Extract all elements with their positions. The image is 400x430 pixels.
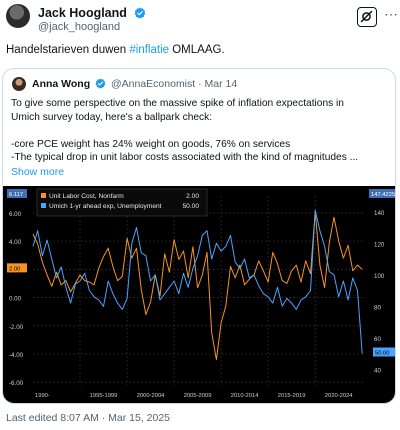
right-tick-label: 60 [374, 336, 381, 343]
quoted-header: Anna Wong @AnnaEconomist · Mar 14 [32, 78, 237, 90]
tweet-text-after: OMLAAG. [169, 44, 225, 56]
quoted-line: -core PCE weight has 24% weight on goods… [11, 138, 291, 150]
tweet-card: Jack Hoogland @jack_hoogland ⋯ Handelsta… [0, 0, 400, 430]
quoted-line [11, 124, 393, 138]
quoted-line: Umich survey today, here's a ballpark ch… [11, 111, 213, 123]
legend-value: 2.00 [186, 193, 199, 200]
right-tick-label: 140 [374, 210, 385, 217]
tweet-text: Handelstarieven duwen #inflatie OMLAAG. [6, 44, 225, 56]
quoted-line: -The typical drop in unit labor costs as… [11, 152, 359, 163]
left-tick-label: -6.00 [9, 380, 24, 387]
legend-swatch [41, 203, 46, 208]
x-tick-label: 2015-2019 [278, 393, 306, 399]
x-tick-label: 2010-2014 [231, 393, 259, 399]
series-line [32, 211, 363, 361]
left-top-badge: 6.117 [9, 192, 23, 198]
quoted-text: To give some perspective on the massive … [11, 97, 393, 165]
right-tick-label: 120 [374, 241, 385, 248]
edited-timestamp[interactable]: Last edited 8:07 AM · Mar 15, 2025 [6, 412, 170, 424]
x-tick-label: 2000-2004 [137, 393, 165, 399]
tweet-text-before: Handelstarieven duwen [6, 44, 130, 56]
left-last-badge: 2.00 [9, 266, 20, 272]
x-tick-label: 1995-1999 [90, 393, 118, 399]
series-line [32, 209, 363, 354]
quoted-line: To give some perspective on the massive … [11, 98, 344, 109]
left-tick-label: 4.00 [9, 239, 22, 246]
author-handle[interactable]: @jack_hoogland [38, 21, 120, 33]
show-more-link[interactable]: Show more [11, 166, 64, 178]
hashtag-link[interactable]: #inflatie [129, 44, 169, 56]
legend-label: Unit Labor Cost, Nonfarm [49, 193, 124, 200]
quoted-date[interactable]: Mar 14 [205, 78, 238, 90]
more-options-icon[interactable]: ⋯ [384, 6, 398, 23]
quoted-author-avatar[interactable] [12, 77, 26, 91]
left-tick-label: -4.00 [9, 352, 24, 359]
author-name[interactable]: Jack Hoogland [38, 6, 127, 20]
author-avatar[interactable] [6, 4, 30, 28]
left-tick-label: 0.00 [9, 296, 22, 303]
x-tick-label: 1990- [35, 393, 50, 399]
legend-swatch [41, 193, 46, 198]
quoted-separator: · [198, 78, 202, 90]
verified-badge-icon [95, 78, 106, 89]
grok-icon [360, 10, 373, 23]
right-top-badge: 147.4225 [371, 192, 395, 198]
left-tick-label: 6.00 [9, 211, 22, 218]
legend-label: Umich 1-yr ahead exp, Unemployment [49, 203, 162, 210]
quoted-author-name[interactable]: Anna Wong [32, 78, 90, 90]
right-tick-label: 40 [374, 367, 381, 374]
x-tick-label: 2020-2024 [325, 393, 353, 399]
verified-badge-icon [134, 7, 146, 19]
x-tick-label: 2005-2009 [184, 393, 212, 399]
left-tick-label: -2.00 [9, 324, 24, 331]
legend-value: 50.00 [182, 203, 199, 210]
chart-svg: 6.00 4.00 2.00 0.00 -2.00 -4.00 -6.00 140 120 100… [7, 188, 395, 399]
quoted-author-handle[interactable]: @AnnaEconomist [111, 78, 195, 90]
quoted-tweet[interactable]: Anna Wong @AnnaEconomist · Mar 14 To giv… [2, 68, 396, 404]
right-tick-label: 80 [374, 304, 381, 311]
right-last-badge: 50.00 [375, 351, 390, 357]
author-name-row[interactable]: Jack Hoogland [38, 4, 146, 22]
chart-image: 6.00 4.00 2.00 0.00 -2.00 -4.00 -6.00 140 120 100… [3, 186, 395, 403]
grok-button[interactable] [357, 7, 377, 27]
right-tick-label: 100 [374, 273, 385, 280]
